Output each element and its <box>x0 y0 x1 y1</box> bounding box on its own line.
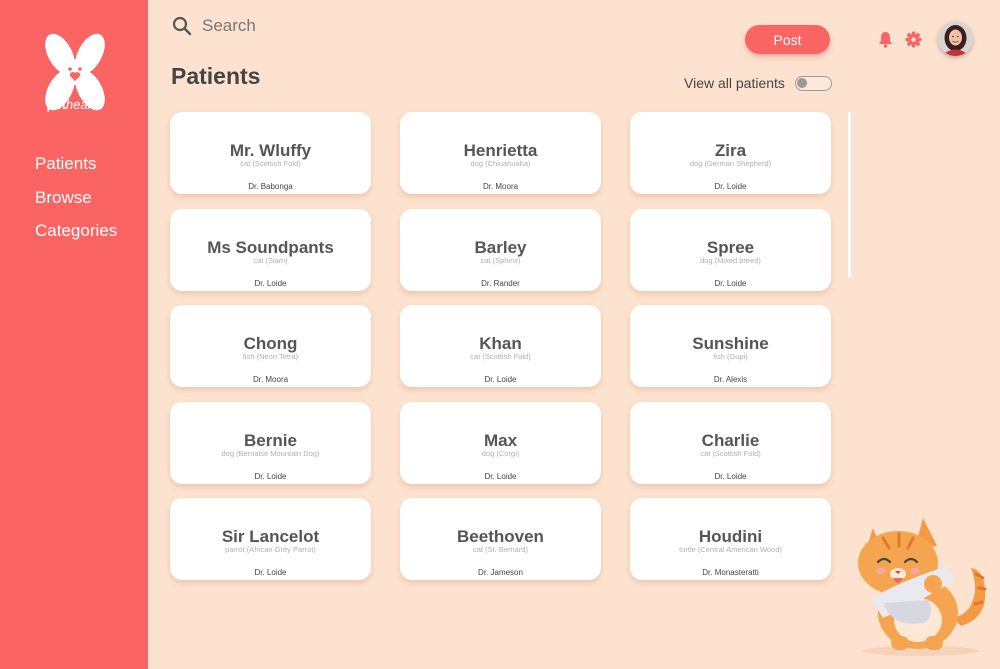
patient-species: cat (Siam) <box>253 255 288 265</box>
patient-doctor: Dr. Loide <box>714 471 747 481</box>
sidebar-item-categories[interactable]: Categories <box>35 219 117 253</box>
patient-name: Khan <box>479 334 522 353</box>
patient-doctor: Dr. Loide <box>714 278 747 288</box>
scrollbar[interactable] <box>848 112 851 278</box>
patient-species: fish (Gupi) <box>713 352 748 361</box>
patient-name: Henrietta <box>463 141 538 160</box>
patient-species: cat (Scottish Fold) <box>700 448 761 458</box>
view-all-patients: View all patients <box>684 75 832 91</box>
patient-name: Charlie <box>701 430 760 450</box>
patient-grid: Mr. Wluffy cat (Scottish Fold) Dr. Babonga… <box>170 112 831 580</box>
patient-card[interactable]: Henrietta dog (Chiuahuaha) Dr. Moora <box>400 112 601 194</box>
post-button[interactable]: Post <box>745 25 830 54</box>
sidebar-item-browse[interactable]: Browse <box>35 186 117 220</box>
main-content: Post Patients View all patients <box>148 0 1000 669</box>
search-input[interactable] <box>202 16 402 36</box>
patient-card[interactable]: Max dog (Corgi) Dr. Loide <box>400 401 601 484</box>
patient-doctor: Dr. Loide <box>254 471 287 481</box>
patient-species: dog (Mixed breed) <box>700 255 761 265</box>
patient-name: Sunshine <box>692 334 769 353</box>
avatar[interactable] <box>938 21 973 56</box>
search-bar <box>172 16 402 36</box>
patient-species: cat (Sphinx) <box>480 255 521 265</box>
patient-card[interactable]: Ms Soundpants cat (Siam) Dr. Loide <box>170 208 371 291</box>
sidebar-nav: Patients Browse Categories <box>35 152 117 253</box>
patient-name: Mr. Wluffy <box>229 141 312 160</box>
patient-card[interactable]: Barley cat (Sphinx) Dr. Rander <box>400 208 601 291</box>
patient-name: Spree <box>706 237 755 257</box>
patient-species: dog (Corgi) <box>481 448 520 458</box>
logo-wordmark: pethealth <box>46 97 102 112</box>
bell-icon[interactable] <box>878 31 893 48</box>
patient-name: Houdini <box>698 527 763 546</box>
patient-species: cat (Scottish Fold) <box>470 352 531 361</box>
page-title: Patients <box>171 63 261 89</box>
patient-doctor: Dr. Moora <box>252 375 289 384</box>
patient-doctor: Dr. Monasteratti <box>702 568 759 577</box>
patient-name: Zira <box>714 141 747 160</box>
toggle-knob <box>796 77 807 88</box>
patient-card[interactable]: Bernie dog (Bernaise Mountain Dog) Dr. Loi… <box>170 401 371 484</box>
patient-species: turtle (Central American Wood) <box>679 545 782 554</box>
patient-card[interactable]: Sir Lancelot parrot (African Grey Parrot)… <box>170 498 371 580</box>
patient-card[interactable]: Charlie cat (Scottish Fold) Dr. Loide <box>630 401 831 484</box>
patient-card[interactable]: Houdini turtle (Central American Wood) Dr.… <box>630 498 831 580</box>
patient-card[interactable]: Mr. Wluffy cat (Scottish Fold) Dr. Babonga <box>170 112 371 194</box>
patient-card[interactable]: Beethoven cat (St. Bernard) Dr. Jameson <box>400 498 601 580</box>
patient-doctor: Dr. Alexis <box>713 375 748 384</box>
patient-doctor: Dr. Rander <box>481 278 520 288</box>
patient-doctor: Dr. Loide <box>484 375 517 384</box>
patient-name: Ms Soundpants <box>207 237 334 257</box>
gear-icon[interactable] <box>905 31 922 48</box>
patient-card[interactable]: Khan cat (Scottish Fold) Dr. Loide <box>400 305 601 387</box>
patient-species: dog (German Shepherd) <box>689 159 772 168</box>
patient-doctor: Dr. Loide <box>714 182 747 191</box>
search-icon[interactable] <box>172 16 192 36</box>
patient-species: dog (Bernaise Mountain Dog) <box>221 448 320 458</box>
sidebar-item-patients[interactable]: Patients <box>35 152 117 186</box>
patient-species: parrot (African Grey Parrot) <box>225 545 316 554</box>
patient-card[interactable]: Zira dog (German Shepherd) Dr. Loide <box>630 112 831 194</box>
patient-doctor: Dr. Loide <box>254 278 287 288</box>
view-all-toggle[interactable] <box>794 75 832 91</box>
patient-species: dog (Chiuahuaha) <box>470 159 531 168</box>
patient-name: Sir Lancelot <box>221 527 320 546</box>
sidebar: pethealth Patients Browse Categories <box>0 0 148 669</box>
patient-card[interactable]: Sunshine fish (Gupi) Dr. Alexis <box>630 305 831 387</box>
patient-name: Barley <box>474 237 527 257</box>
patient-card[interactable]: Chong fish (Neon Tetra) Dr. Moora <box>170 305 371 387</box>
view-all-label: View all patients <box>684 75 785 91</box>
patient-doctor: Dr. Moora <box>482 182 519 191</box>
patient-doctor: Dr. Loide <box>484 471 517 481</box>
patient-species: fish (Neon Tetra) <box>242 352 299 361</box>
patient-name: Bernie <box>244 430 297 450</box>
cat-with-sling-illustration <box>858 518 987 656</box>
patient-doctor: Dr. Babonga <box>248 182 293 191</box>
patient-name: Chong <box>243 334 298 353</box>
patient-species: cat (St. Bernard) <box>472 545 529 554</box>
patient-doctor: Dr. Jameson <box>478 568 523 577</box>
patient-species: cat (Scottish Fold) <box>240 159 301 168</box>
patient-name: Beethoven <box>457 527 544 546</box>
patient-name: Max <box>483 430 518 450</box>
patient-card[interactable]: Spree dog (Mixed breed) Dr. Loide <box>630 208 831 291</box>
patient-doctor: Dr. Loide <box>254 568 287 577</box>
